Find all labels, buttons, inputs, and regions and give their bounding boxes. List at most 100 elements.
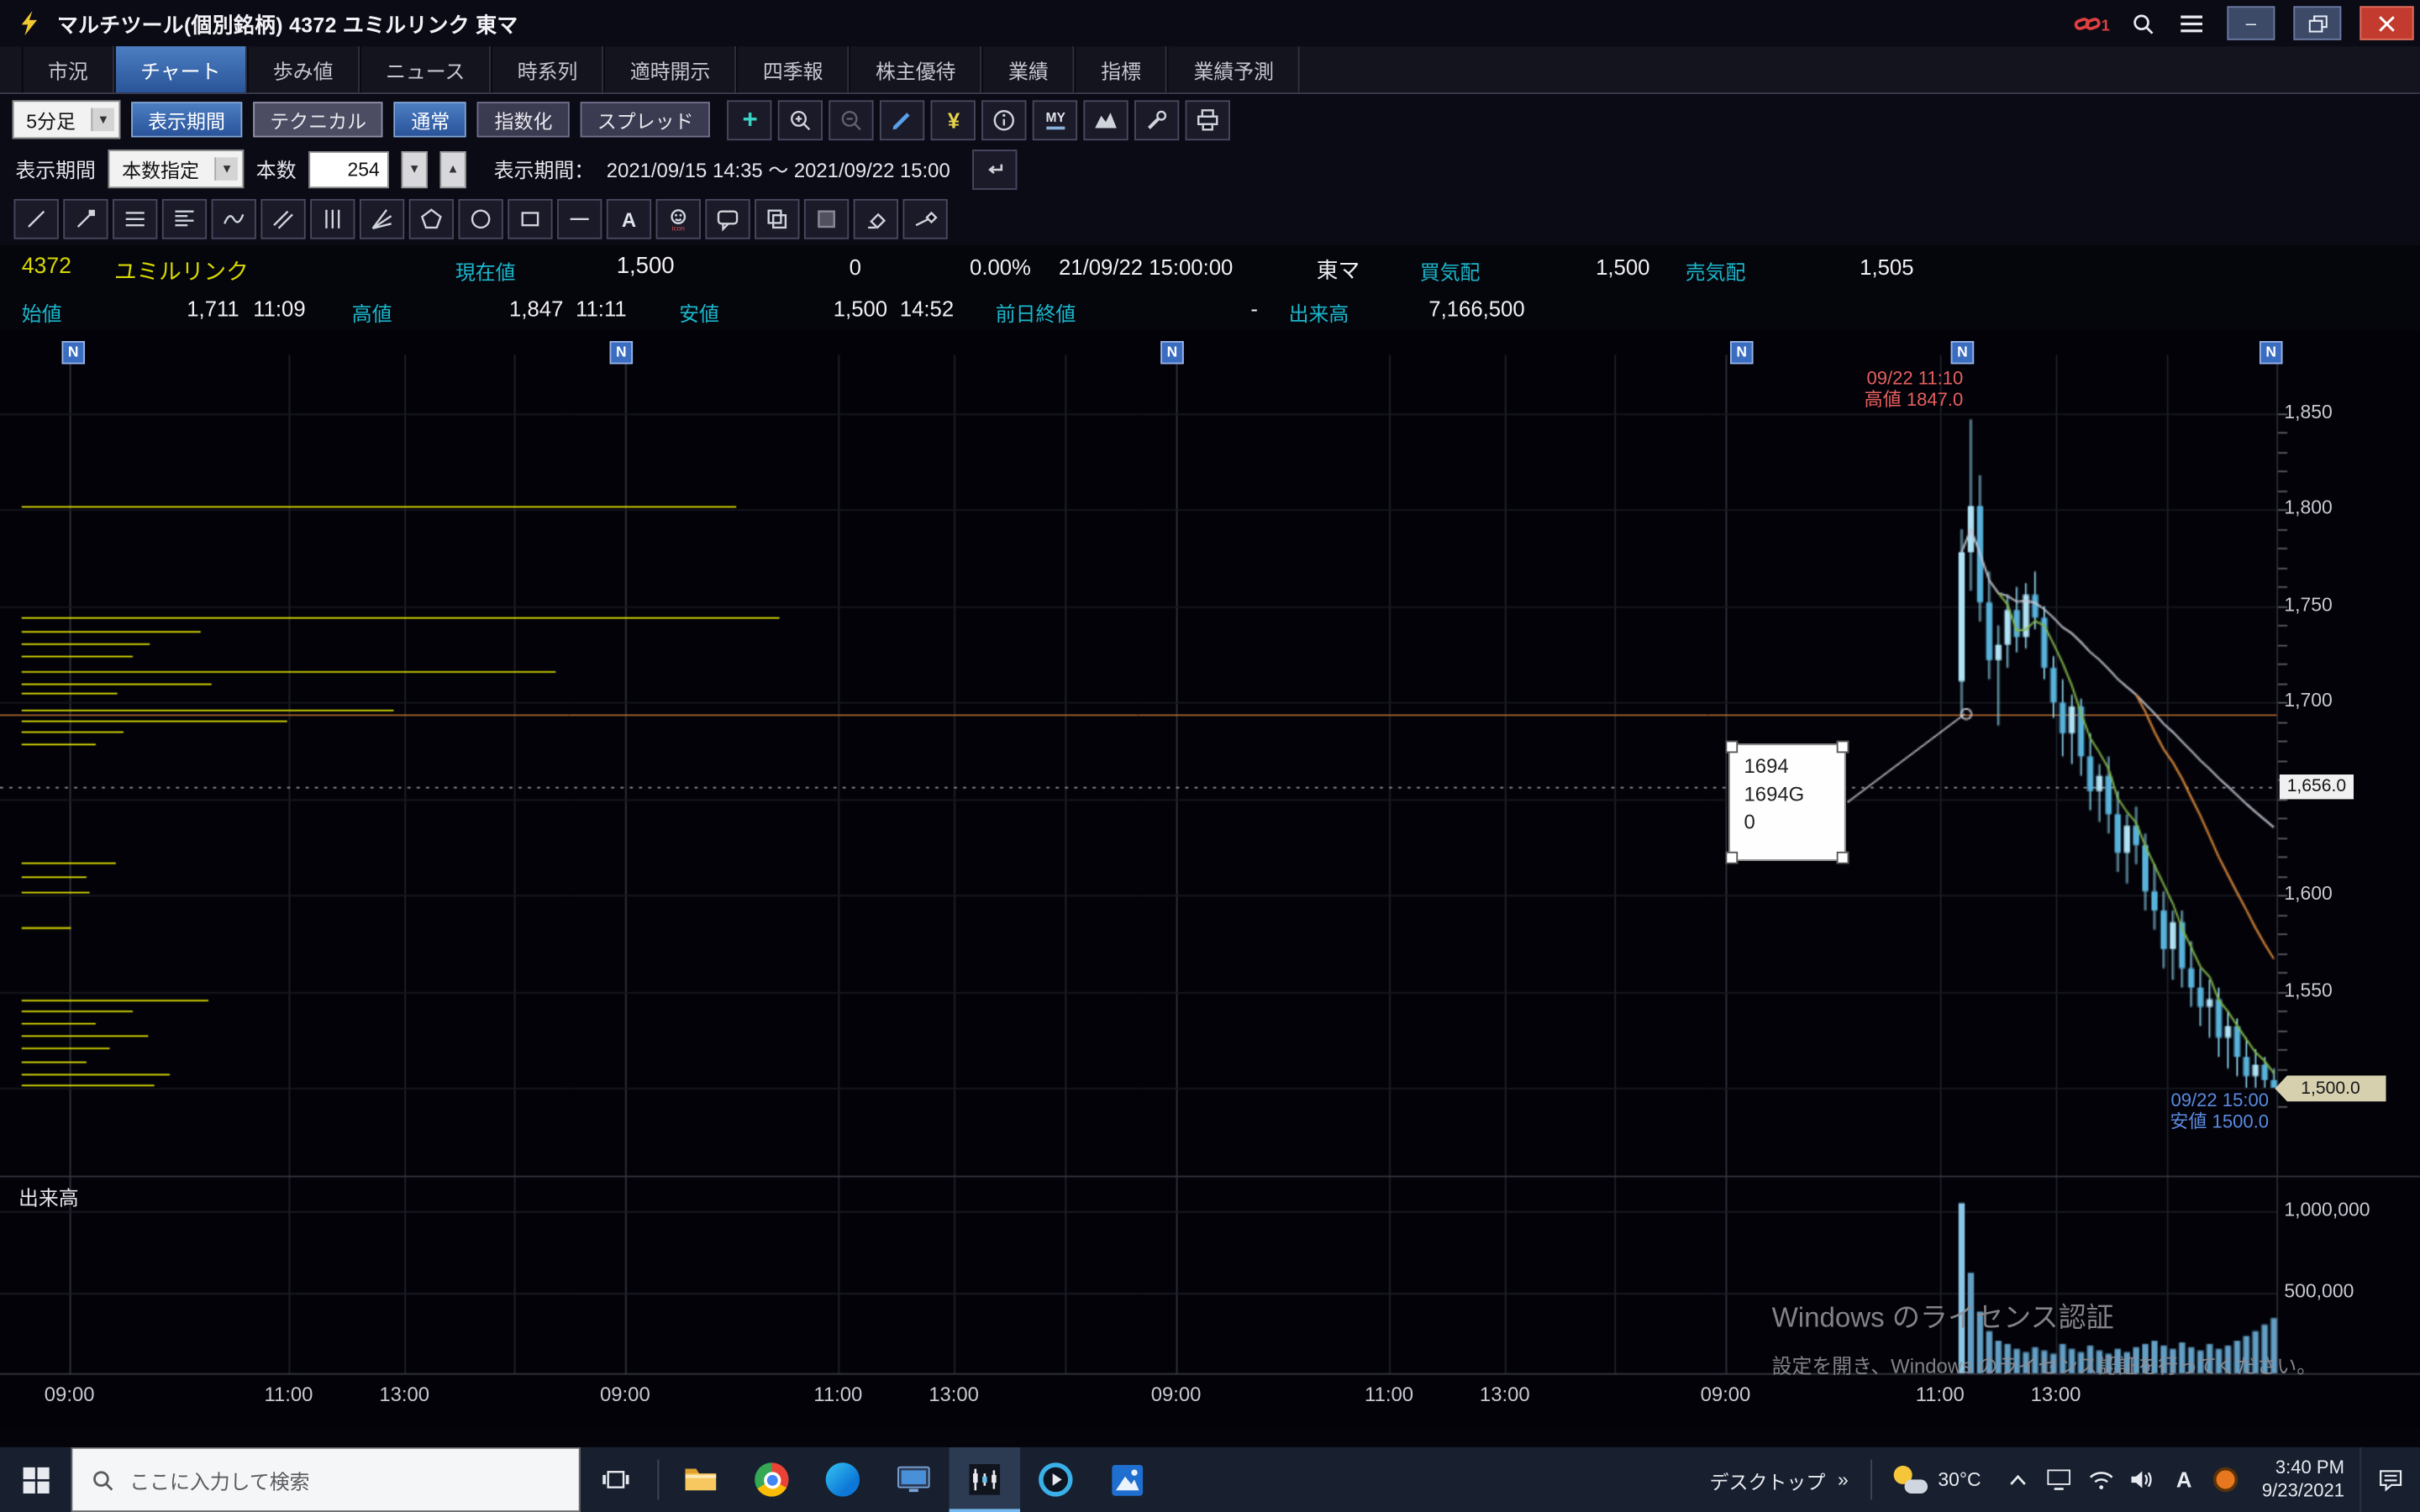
handle-bottom-right[interactable]	[1837, 852, 1849, 864]
news-marker-icon[interactable]: N	[1951, 341, 1975, 365]
spread-mode-button[interactable]: スプレッド	[580, 102, 710, 137]
ime-indicator[interactable]: A	[2163, 1447, 2205, 1512]
wifi-icon[interactable]	[2080, 1447, 2122, 1512]
news-marker-icon[interactable]: N	[61, 341, 85, 365]
settings-wrench-icon[interactable]	[1135, 99, 1180, 139]
tab-指標[interactable]: 指標	[1075, 46, 1167, 92]
technical-button[interactable]: テクニカル	[253, 102, 383, 137]
desktop-toolbar[interactable]: デスクトップ»	[1694, 1465, 1864, 1494]
media-app-icon[interactable]	[1020, 1447, 1091, 1512]
erase-line-icon[interactable]	[902, 199, 947, 239]
taskbar-clock[interactable]: 3:40 PM 9/23/2021	[2247, 1457, 2360, 1503]
news-marker-icon[interactable]: N	[2260, 341, 2283, 365]
count-up-button[interactable]: ▲	[439, 150, 466, 187]
minimize-button[interactable]: –	[2227, 6, 2275, 39]
trading-app-icon[interactable]	[950, 1447, 1020, 1512]
price-lines-icon[interactable]	[162, 199, 207, 239]
horizontal-line-icon[interactable]	[557, 199, 602, 239]
photos-app-icon[interactable]	[1092, 1447, 1162, 1512]
timeframe-select[interactable]: 5分足▼	[13, 100, 120, 139]
chart-area[interactable]: NNNNNN 09/22 11:10高値 1847.0 09/22 15:00安…	[0, 330, 2420, 1429]
yen-icon[interactable]: ¥	[931, 99, 976, 139]
area-chart-icon[interactable]	[1084, 99, 1128, 139]
tab-業績[interactable]: 業績	[982, 46, 1075, 92]
notification-icon[interactable]	[2360, 1447, 2420, 1512]
tab-四季報[interactable]: 四季報	[737, 46, 850, 92]
ray-line-icon[interactable]	[63, 199, 108, 239]
eraser-icon[interactable]	[854, 199, 898, 239]
print-icon[interactable]	[1186, 99, 1230, 139]
stamp-icon[interactable]: icon	[656, 199, 701, 239]
tab-歩み値[interactable]: 歩み値	[247, 46, 360, 92]
handle-bottom-left[interactable]	[1725, 852, 1738, 864]
tab-業績予測[interactable]: 業績予測	[1167, 46, 1300, 92]
chrome-icon[interactable]	[736, 1447, 807, 1512]
news-marker-icon[interactable]: N	[1730, 341, 1754, 365]
tab-適時開示[interactable]: 適時開示	[604, 46, 737, 92]
maximize-button[interactable]	[2293, 6, 2341, 39]
vertical-lines-icon[interactable]	[310, 199, 355, 239]
news-marker-icon[interactable]: N	[1160, 341, 1184, 365]
index-mode-button[interactable]: 指数化	[477, 102, 569, 137]
bar-count-input[interactable]: 254	[308, 150, 389, 187]
link-icon[interactable]: 1	[2075, 12, 2109, 35]
crosshair-add-icon[interactable]: +	[728, 99, 772, 139]
chart-canvas[interactable]	[0, 330, 2420, 1429]
task-view-button[interactable]	[581, 1447, 651, 1512]
tooltip-price: 1694	[1744, 753, 1844, 780]
time-axis-label: 13:00	[1480, 1383, 1530, 1406]
monitor-app-icon[interactable]	[878, 1447, 949, 1512]
reset-period-button[interactable]	[971, 149, 1016, 189]
tab-時系列[interactable]: 時系列	[492, 46, 604, 92]
range-label: 表示期間：	[494, 155, 594, 184]
text-tool-icon[interactable]: A	[607, 199, 651, 239]
price-axis-label: 1,600	[2284, 883, 2332, 905]
rectangle-icon[interactable]	[508, 199, 552, 239]
price-axis-label: 1,700	[2284, 690, 2332, 712]
draw-pencil-icon[interactable]	[881, 99, 925, 139]
edge-icon[interactable]	[808, 1447, 878, 1512]
handle-top-left[interactable]	[1725, 741, 1738, 753]
zoom-out-icon[interactable]	[829, 99, 874, 139]
tab-チャート[interactable]: チャート	[114, 46, 247, 92]
display-period-button[interactable]: 表示期間	[131, 102, 242, 137]
start-button[interactable]	[0, 1447, 71, 1512]
drawn-line-tooltip[interactable]: 1694 1694G 0	[1728, 743, 1846, 861]
file-explorer-icon[interactable]	[666, 1447, 736, 1512]
fan-lines-icon[interactable]	[360, 199, 404, 239]
count-mode-select[interactable]: 本数指定▼	[108, 150, 245, 188]
tab-株主優待[interactable]: 株主優待	[850, 46, 982, 92]
weather-widget[interactable]: 30°C	[1878, 1466, 1996, 1494]
close-button[interactable]	[2360, 6, 2413, 39]
trendline-icon[interactable]	[14, 199, 59, 239]
current-price: 1,500	[548, 253, 675, 279]
pentagon-icon[interactable]	[409, 199, 454, 239]
status-dot-icon[interactable]	[2205, 1447, 2247, 1512]
parallel-lines-icon[interactable]	[260, 199, 305, 239]
period-label: 表示期間	[15, 155, 96, 184]
app-window: マルチツール(個別銘柄) 4372 ユミルリンク 東マ 1 – 市況チャート歩み…	[0, 0, 2420, 1512]
tab-ニュース[interactable]: ニュース	[360, 46, 492, 92]
hidden-icons-chevron[interactable]	[1996, 1447, 2039, 1512]
taskbar-search-box[interactable]: ここに入力して検索	[71, 1447, 580, 1512]
news-marker-icon[interactable]: N	[610, 341, 634, 365]
display-tray-icon[interactable]	[2039, 1447, 2081, 1512]
paste-icon[interactable]	[804, 199, 849, 239]
search-icon[interactable]	[2125, 6, 2159, 39]
info-icon[interactable]	[982, 99, 1027, 139]
copy-icon[interactable]	[755, 199, 799, 239]
circle-icon[interactable]	[459, 199, 503, 239]
horizontal-lines-icon[interactable]	[113, 199, 157, 239]
balloon-icon[interactable]	[705, 199, 750, 239]
handle-top-right[interactable]	[1837, 741, 1849, 753]
time-axis-label: 13:00	[929, 1383, 979, 1406]
count-down-button[interactable]: ▼	[401, 150, 427, 187]
price-axis-label: 1,850	[2284, 402, 2332, 423]
curve-icon[interactable]	[212, 199, 256, 239]
speaker-icon[interactable]	[2122, 1447, 2164, 1512]
zoom-in-icon[interactable]	[779, 99, 823, 139]
menu-icon[interactable]	[2175, 6, 2208, 39]
tab-市況[interactable]: 市況	[22, 46, 114, 92]
normal-mode-button[interactable]: 通常	[394, 102, 466, 137]
my-chart-icon[interactable]: MY	[1034, 99, 1078, 139]
